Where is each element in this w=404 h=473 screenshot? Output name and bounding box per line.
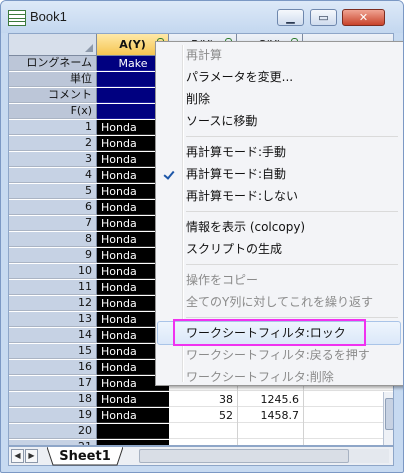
row-number[interactable]: 19 — [9, 408, 97, 423]
menu-item[interactable]: ワークシートフィルタ:ロック — [158, 322, 400, 344]
row-label[interactable]: コメント — [9, 88, 97, 103]
row-number[interactable]: 4 — [9, 168, 97, 183]
menu-item[interactable]: 再計算モード:手動 — [158, 141, 400, 163]
menu-item-label: 再計算モード:しない — [186, 189, 299, 203]
row-number[interactable]: 16 — [9, 360, 97, 375]
menu-item-label: 操作をコピー — [186, 273, 259, 287]
checkmark-icon — [163, 168, 175, 180]
row-number[interactable]: 12 — [9, 296, 97, 311]
vertical-scroll-thumb[interactable] — [385, 398, 393, 430]
select-all-corner[interactable] — [9, 34, 97, 56]
menu-item[interactable]: ソースに移動 — [158, 110, 400, 132]
row-label[interactable]: ロングネーム — [9, 56, 97, 71]
window-title: Book1 — [30, 9, 67, 24]
row-label[interactable]: 単位 — [9, 72, 97, 87]
menu-item[interactable]: ワークシートフィルタ:削除 — [158, 366, 400, 388]
menu-item-label: スクリプトの生成 — [186, 242, 283, 256]
menu-item[interactable]: 操作をコピー — [158, 269, 400, 291]
restore-button[interactable]: ▭ — [310, 9, 337, 26]
row-number[interactable]: 6 — [9, 200, 97, 215]
menu-item-label: 全てのY列に対してこれを繰り返す — [186, 295, 373, 309]
menu-item[interactable]: スクリプトの生成 — [158, 238, 400, 260]
horizontal-scroll-thumb[interactable] — [139, 449, 349, 463]
row-number[interactable]: 1 — [9, 120, 97, 135]
table-row[interactable] — [169, 424, 393, 439]
horizontal-scrollbar[interactable] — [139, 449, 389, 463]
row-number[interactable]: 9 — [9, 248, 97, 263]
close-button[interactable]: ✕ — [342, 9, 385, 26]
workbook-window: Book1 ▁ ▭ ✕ A(Y)B(Y)C(Y)ロングネームMake単位コメント… — [0, 0, 404, 473]
menu-separator — [186, 136, 398, 137]
row-number[interactable]: 13 — [9, 312, 97, 327]
row-number[interactable]: 10 — [9, 264, 97, 279]
menu-item-label: 削除 — [186, 92, 211, 106]
column-a-cell[interactable]: Honda — [97, 392, 169, 407]
row-number[interactable]: 2 — [9, 136, 97, 151]
sheet-tab-bar: ◀ ▶ Sheet1 — [8, 446, 394, 466]
worksheet-icon — [8, 10, 26, 26]
column-c-cell[interactable]: 1458.7 — [237, 408, 300, 423]
menu-item[interactable]: パラメータを変更... — [158, 66, 400, 88]
row-number[interactable]: 17 — [9, 376, 97, 391]
menu-separator — [186, 211, 398, 212]
menu-item[interactable]: 再計算 — [158, 44, 400, 66]
row-number[interactable]: 20 — [9, 424, 97, 439]
menu-item-label: パラメータを変更... — [186, 70, 294, 84]
menu-item-label: ソースに移動 — [186, 114, 258, 128]
row-number[interactable]: 18 — [9, 392, 97, 407]
column-b-cell[interactable]: 38 — [169, 392, 233, 407]
menu-item[interactable]: ワークシートフィルタ:戻るを押す — [158, 344, 400, 366]
menu-item-label: 情報を表示 (colcopy) — [186, 220, 306, 234]
menu-item[interactable]: 全てのY列に対してこれを繰り返す — [158, 291, 400, 313]
menu-item[interactable]: 再計算モード:自動 — [158, 163, 400, 185]
menu-item-label: ワークシートフィルタ:戻るを押す — [186, 348, 370, 362]
menu-item-label: ワークシートフィルタ:削除 — [186, 370, 334, 384]
vertical-scrollbar[interactable] — [383, 392, 393, 445]
menu-item[interactable]: 情報を表示 (colcopy) — [158, 216, 400, 238]
next-sheet-button[interactable]: ▶ — [25, 449, 38, 463]
menu-separator — [186, 317, 398, 318]
menu-item-label: ワークシートフィルタ:ロック — [186, 326, 346, 340]
column-b-cell[interactable]: 52 — [169, 408, 233, 423]
sheet-tab[interactable]: Sheet1 — [47, 447, 123, 466]
row-number[interactable]: 11 — [9, 280, 97, 295]
menu-item-label: 再計算モード:手動 — [186, 145, 287, 159]
menu-item-label: 再計算モード:自動 — [186, 167, 287, 181]
minimize-button[interactable]: ▁ — [277, 9, 304, 26]
prev-sheet-button[interactable]: ◀ — [11, 449, 24, 463]
row-number[interactable]: 5 — [9, 184, 97, 199]
column-a-cell[interactable] — [97, 424, 169, 439]
column-a-cell[interactable]: Honda — [97, 408, 169, 423]
row-number[interactable]: 8 — [9, 232, 97, 247]
row-number[interactable]: 14 — [9, 328, 97, 343]
row-number[interactable]: 3 — [9, 152, 97, 167]
menu-item[interactable]: 削除 — [158, 88, 400, 110]
row-label[interactable]: F(x) — [9, 104, 97, 119]
column-c-cell[interactable]: 1245.6 — [237, 392, 300, 407]
context-menu: 再計算パラメータを変更... 削除ソースに移動再計算モード:手動 再計算モード:自動… — [155, 41, 403, 388]
menu-item[interactable]: 再計算モード:しない — [158, 185, 400, 207]
menu-separator — [186, 264, 398, 265]
menu-item-label: 再計算 — [186, 48, 223, 62]
title-bar[interactable]: Book1 ▁ ▭ ✕ — [1, 1, 403, 33]
row-number[interactable]: 7 — [9, 216, 97, 231]
row-number[interactable]: 15 — [9, 344, 97, 359]
